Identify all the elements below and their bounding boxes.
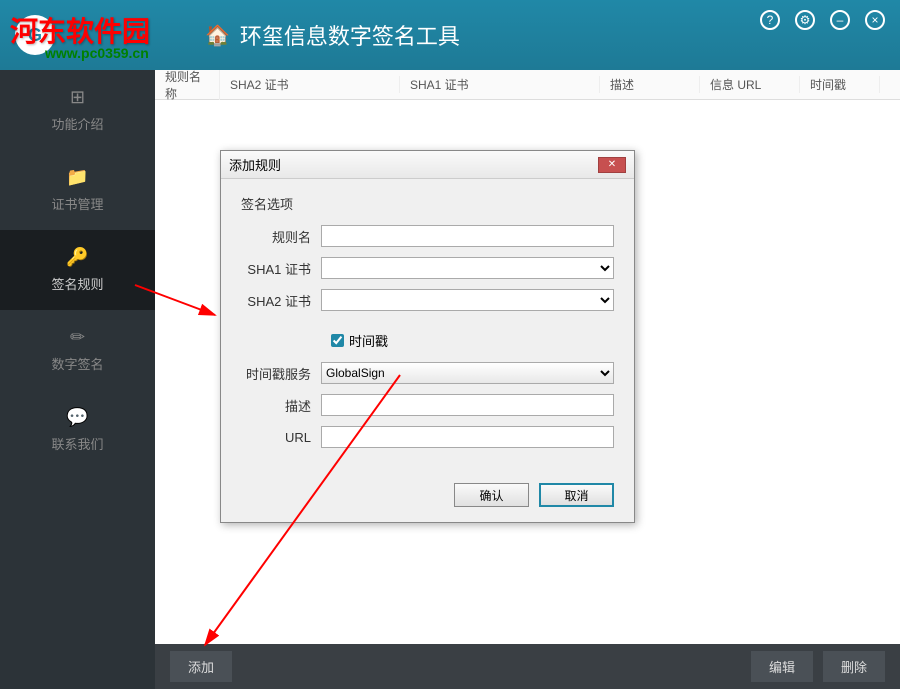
logo-area: G — [15, 15, 55, 55]
form-row-rulename: 规则名 — [241, 225, 614, 247]
home-icon[interactable]: 🏠 — [205, 23, 230, 48]
bottom-bar: 添加 编辑 删除 — [155, 644, 900, 689]
settings-button[interactable]: ⚙ — [795, 10, 815, 30]
add-button[interactable]: 添加 — [170, 651, 232, 682]
input-url[interactable] — [321, 426, 614, 448]
form-row-sha1: SHA1 证书 — [241, 257, 614, 279]
select-sha1[interactable] — [321, 257, 614, 279]
folder-icon: 📁 — [66, 167, 88, 188]
label-tsservice: 时间戳服务 — [241, 364, 321, 383]
pencil-icon: ✏ — [70, 327, 85, 348]
table-header: 规则名称 SHA2 证书 SHA1 证书 描述 信息 URL 时间戳 — [155, 70, 900, 100]
chat-icon: 💬 — [66, 407, 88, 428]
select-tsservice[interactable]: GlobalSign — [321, 362, 614, 384]
cancel-button[interactable]: 取消 — [539, 483, 614, 507]
ok-button[interactable]: 确认 — [454, 483, 529, 507]
delete-button[interactable]: 删除 — [823, 651, 885, 682]
label-timestamp: 时间戳 — [349, 331, 388, 350]
label-sha1: SHA1 证书 — [241, 259, 321, 278]
sidebar-item-label: 证书管理 — [51, 194, 103, 213]
form-row-desc: 描述 — [241, 394, 614, 416]
logo-icon: G — [15, 15, 55, 55]
add-rule-dialog: 添加规则 ✕ 签名选项 规则名 SHA1 证书 SHA2 证书 时间戳 时间戳服… — [220, 150, 635, 523]
help-button[interactable]: ? — [760, 10, 780, 30]
th-sha2[interactable]: SHA2 证书 — [220, 76, 400, 93]
sidebar-item-label: 签名规则 — [51, 274, 103, 293]
sidebar-item-intro[interactable]: ⊞ 功能介绍 — [0, 70, 155, 150]
sidebar-item-rules[interactable]: 🔑 签名规则 — [0, 230, 155, 310]
dialog-titlebar[interactable]: 添加规则 ✕ — [221, 151, 634, 179]
dialog-buttons: 确认 取消 — [221, 473, 634, 522]
sidebar: ⊞ 功能介绍 📁 证书管理 🔑 签名规则 ✏ 数字签名 💬 联系我们 — [0, 70, 155, 689]
minimize-button[interactable]: – — [830, 10, 850, 30]
form-row-url: URL — [241, 426, 614, 448]
label-url: URL — [241, 430, 321, 445]
form-row-tsservice: 时间戳服务 GlobalSign — [241, 362, 614, 384]
section-title: 签名选项 — [241, 194, 614, 213]
th-sha1[interactable]: SHA1 证书 — [400, 76, 600, 93]
input-rulename[interactable] — [321, 225, 614, 247]
th-desc[interactable]: 描述 — [600, 76, 700, 93]
dialog-body: 签名选项 规则名 SHA1 证书 SHA2 证书 时间戳 时间戳服务 Globa… — [221, 179, 634, 473]
sidebar-item-contact[interactable]: 💬 联系我们 — [0, 390, 155, 470]
th-timestamp[interactable]: 时间戳 — [800, 76, 880, 93]
close-button[interactable]: × — [865, 10, 885, 30]
th-url[interactable]: 信息 URL — [700, 76, 800, 93]
dialog-title-text: 添加规则 — [229, 155, 281, 174]
sidebar-item-label: 数字签名 — [51, 354, 103, 373]
sidebar-item-label: 联系我们 — [51, 434, 103, 453]
label-rulename: 规则名 — [241, 227, 321, 246]
input-desc[interactable] — [321, 394, 614, 416]
label-desc: 描述 — [241, 396, 321, 415]
checkbox-timestamp[interactable] — [331, 334, 344, 347]
edit-button[interactable]: 编辑 — [751, 651, 813, 682]
checkbox-row-timestamp: 时间戳 — [331, 331, 614, 350]
sidebar-item-sign[interactable]: ✏ 数字签名 — [0, 310, 155, 390]
sidebar-item-cert[interactable]: 📁 证书管理 — [0, 150, 155, 230]
key-icon: 🔑 — [66, 247, 88, 268]
titlebar: G 🏠 环玺信息数字签名工具 ? ⚙ – × — [0, 0, 900, 70]
th-name[interactable]: 规则名称 — [155, 68, 220, 102]
sidebar-item-label: 功能介绍 — [51, 114, 103, 133]
select-sha2[interactable] — [321, 289, 614, 311]
label-sha2: SHA2 证书 — [241, 291, 321, 310]
form-row-sha2: SHA2 证书 — [241, 289, 614, 311]
app-title: 环玺信息数字签名工具 — [240, 19, 460, 51]
dialog-close-button[interactable]: ✕ — [598, 157, 626, 173]
grid-icon: ⊞ — [70, 87, 85, 108]
titlebar-controls: ? ⚙ – × — [760, 10, 885, 30]
